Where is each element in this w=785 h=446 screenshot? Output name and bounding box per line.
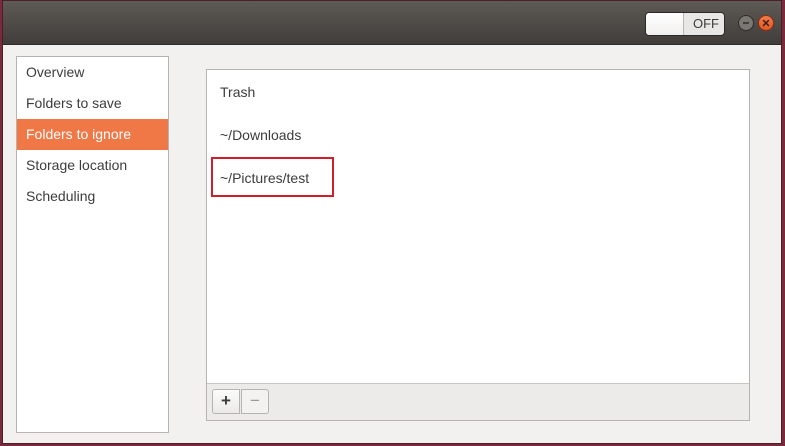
sidebar-item-scheduling[interactable]: Scheduling [17,181,168,212]
title-bar: OFF [3,1,781,45]
highlight-annotation-box [211,157,334,197]
list-item[interactable]: ~/Downloads [220,125,301,145]
deja-dup-window: OFF Overview Folders to save Folders to … [2,0,782,444]
remove-folder-button[interactable]: − [241,389,269,414]
backup-toggle-switch[interactable]: OFF [645,12,725,36]
close-icon [762,19,770,27]
sidebar-item-overview[interactable]: Overview [17,57,168,88]
toggle-knob[interactable] [646,13,684,35]
minus-icon [743,22,749,24]
sidebar-item-folders-to-save[interactable]: Folders to save [17,88,168,119]
toggle-state-label: OFF [693,16,719,31]
list-item[interactable]: Trash [220,82,255,102]
sidebar-item-folders-to-ignore[interactable]: Folders to ignore [17,119,168,150]
list-toolbar: + − [207,383,749,420]
close-button[interactable] [758,15,774,31]
sidebar-item-storage-location[interactable]: Storage location [17,150,168,181]
sidebar: Overview Folders to save Folders to igno… [16,56,169,433]
ignored-folders-list: Trash ~/Downloads ~/Pictures/test + − [206,69,750,421]
add-folder-button[interactable]: + [212,389,240,414]
minimize-button[interactable] [738,15,754,31]
